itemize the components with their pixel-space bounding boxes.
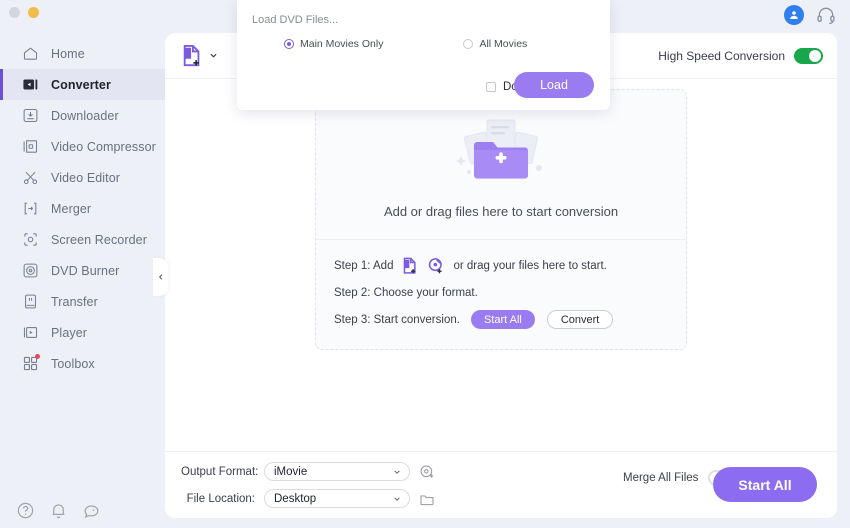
sidebar-item-label: Video Compressor bbox=[51, 139, 156, 154]
step-3-text: Step 3: Start conversion. bbox=[334, 313, 460, 326]
sidebar-item-label: Transfer bbox=[51, 294, 98, 309]
window-close-button[interactable] bbox=[9, 7, 20, 18]
sidebar: Home Converter Downloader Video Compress… bbox=[0, 0, 165, 528]
folder-plus-illustration bbox=[456, 119, 542, 179]
radio-indicator bbox=[463, 39, 474, 49]
sidebar-item-dvd-burner[interactable]: DVD Burner bbox=[0, 255, 165, 286]
high-speed-conversion-toggle[interactable] bbox=[794, 47, 823, 64]
chevron-down-icon bbox=[210, 53, 217, 58]
sidebar-item-label: Merger bbox=[51, 201, 92, 216]
start-all-button[interactable]: Start All bbox=[713, 467, 817, 502]
high-speed-conversion-control[interactable]: High Speed Conversion bbox=[658, 47, 823, 64]
folder-open-icon[interactable] bbox=[419, 491, 435, 507]
sidebar-item-screen-recorder[interactable]: Screen Recorder bbox=[0, 224, 165, 255]
step-2-text: Step 2: Choose your format. bbox=[334, 286, 478, 299]
radio-label: Main Movies Only bbox=[300, 38, 384, 50]
output-format-select[interactable]: iMovie bbox=[264, 462, 410, 481]
radio-option-all-movies[interactable]: All Movies bbox=[463, 38, 527, 50]
file-location-row: File Location: Desktop bbox=[181, 489, 435, 508]
top-right-actions bbox=[784, 5, 836, 25]
merge-icon bbox=[22, 200, 39, 217]
radio-option-main-movies-only[interactable]: Main Movies Only bbox=[284, 38, 383, 50]
sidebar-item-label: Toolbox bbox=[51, 356, 95, 371]
dropzone-steps: Step 1: Add or drag your files here to s… bbox=[316, 240, 686, 349]
headset-support-icon[interactable] bbox=[816, 5, 836, 25]
sidebar-collapse-button[interactable] bbox=[153, 258, 168, 296]
add-files-button[interactable] bbox=[181, 44, 218, 68]
add-file-icon[interactable] bbox=[401, 257, 419, 275]
output-format-label: Output Format: bbox=[181, 465, 259, 478]
chevron-left-icon bbox=[158, 274, 162, 280]
bell-icon[interactable] bbox=[49, 501, 68, 520]
load-dvd-dialog: Load DVD Files... Main Movies Only All M… bbox=[237, 0, 610, 110]
dialog-radio-group: Main Movies Only All Movies bbox=[237, 38, 610, 50]
sidebar-item-label: Video Editor bbox=[51, 170, 121, 185]
add-disc-icon[interactable] bbox=[427, 257, 445, 275]
step-1-suffix: or drag your files here to start. bbox=[453, 259, 607, 272]
help-circle-icon[interactable] bbox=[16, 501, 35, 520]
sidebar-item-converter[interactable]: Converter bbox=[0, 69, 165, 100]
output-format-value: iMovie bbox=[274, 465, 308, 478]
sidebar-item-label: Home bbox=[51, 46, 85, 61]
file-location-value: Desktop bbox=[274, 492, 317, 505]
home-icon bbox=[22, 45, 39, 62]
file-location-label: File Location: bbox=[186, 492, 255, 505]
sidebar-item-label: Player bbox=[51, 325, 88, 340]
radio-indicator bbox=[284, 39, 294, 49]
converter-icon bbox=[22, 76, 39, 93]
file-location-select[interactable]: Desktop bbox=[264, 489, 410, 508]
scissors-icon bbox=[22, 169, 39, 186]
chevron-down-icon bbox=[394, 496, 400, 501]
sidebar-item-player[interactable]: Player bbox=[0, 317, 165, 348]
convert-pill-button[interactable]: Convert bbox=[546, 310, 614, 329]
high-speed-conversion-label: High Speed Conversion bbox=[658, 48, 785, 63]
download-icon bbox=[22, 107, 39, 124]
compress-icon bbox=[22, 138, 39, 155]
dialog-title: Load DVD Files... bbox=[252, 14, 339, 26]
merge-all-files-label: Merge All Files bbox=[623, 472, 699, 484]
dropzone-caption: Add or drag files here to start conversi… bbox=[383, 204, 619, 219]
step-3-row: Step 3: Start conversion. Start All Conv… bbox=[334, 306, 668, 333]
player-icon bbox=[22, 324, 39, 341]
window-controls bbox=[9, 7, 39, 18]
file-dropzone[interactable]: Add or drag files here to start conversi… bbox=[315, 89, 687, 350]
chevron-down-icon bbox=[394, 469, 400, 474]
transfer-icon bbox=[22, 293, 39, 310]
sidebar-item-label: Screen Recorder bbox=[51, 232, 147, 247]
toggle-knob bbox=[809, 49, 821, 62]
sidebar-item-label: Converter bbox=[51, 77, 111, 92]
disc-burn-icon bbox=[22, 262, 39, 279]
start-all-pill-button[interactable]: Start All bbox=[470, 310, 535, 329]
screen-record-icon bbox=[22, 231, 39, 248]
user-avatar-icon[interactable] bbox=[784, 5, 804, 25]
step-2-row: Step 2: Choose your format. bbox=[334, 279, 668, 306]
radio-label: All Movies bbox=[479, 38, 528, 50]
toolbox-icon bbox=[22, 354, 40, 372]
sidebar-item-downloader[interactable]: Downloader bbox=[0, 100, 165, 131]
step-1-prefix: Step 1: Add bbox=[334, 259, 394, 272]
notification-badge bbox=[35, 354, 40, 359]
output-settings: Output Format: iMovie File Location: Des… bbox=[181, 462, 435, 508]
sidebar-item-merger[interactable]: Merger bbox=[0, 193, 165, 224]
sidebar-item-label: DVD Burner bbox=[51, 263, 120, 278]
sidebar-item-label: Downloader bbox=[51, 108, 119, 123]
app-window: Home Converter Downloader Video Compress… bbox=[0, 0, 850, 528]
feedback-icon[interactable] bbox=[82, 501, 101, 520]
sidebar-item-transfer[interactable]: Transfer bbox=[0, 286, 165, 317]
checkbox-indicator bbox=[486, 82, 496, 92]
content-area: Add or drag files here to start conversi… bbox=[165, 79, 837, 451]
settings-gear-icon[interactable] bbox=[419, 464, 435, 480]
output-format-row: Output Format: iMovie bbox=[181, 462, 435, 481]
dialog-load-button[interactable]: Load bbox=[514, 72, 594, 98]
step-1-row: Step 1: Add or drag your files here to s… bbox=[334, 252, 668, 279]
sidebar-item-video-compressor[interactable]: Video Compressor bbox=[0, 131, 165, 162]
sidebar-item-toolbox[interactable]: Toolbox bbox=[0, 348, 165, 379]
sidebar-item-video-editor[interactable]: Video Editor bbox=[0, 162, 165, 193]
sidebar-item-home[interactable]: Home bbox=[0, 38, 165, 69]
add-file-icon bbox=[183, 44, 200, 66]
window-minimize-button[interactable] bbox=[28, 7, 39, 18]
bottom-toolbar: Output Format: iMovie File Location: Des… bbox=[165, 451, 837, 518]
dropzone-top: Add or drag files here to start conversi… bbox=[316, 90, 686, 240]
sidebar-footer bbox=[0, 501, 165, 520]
